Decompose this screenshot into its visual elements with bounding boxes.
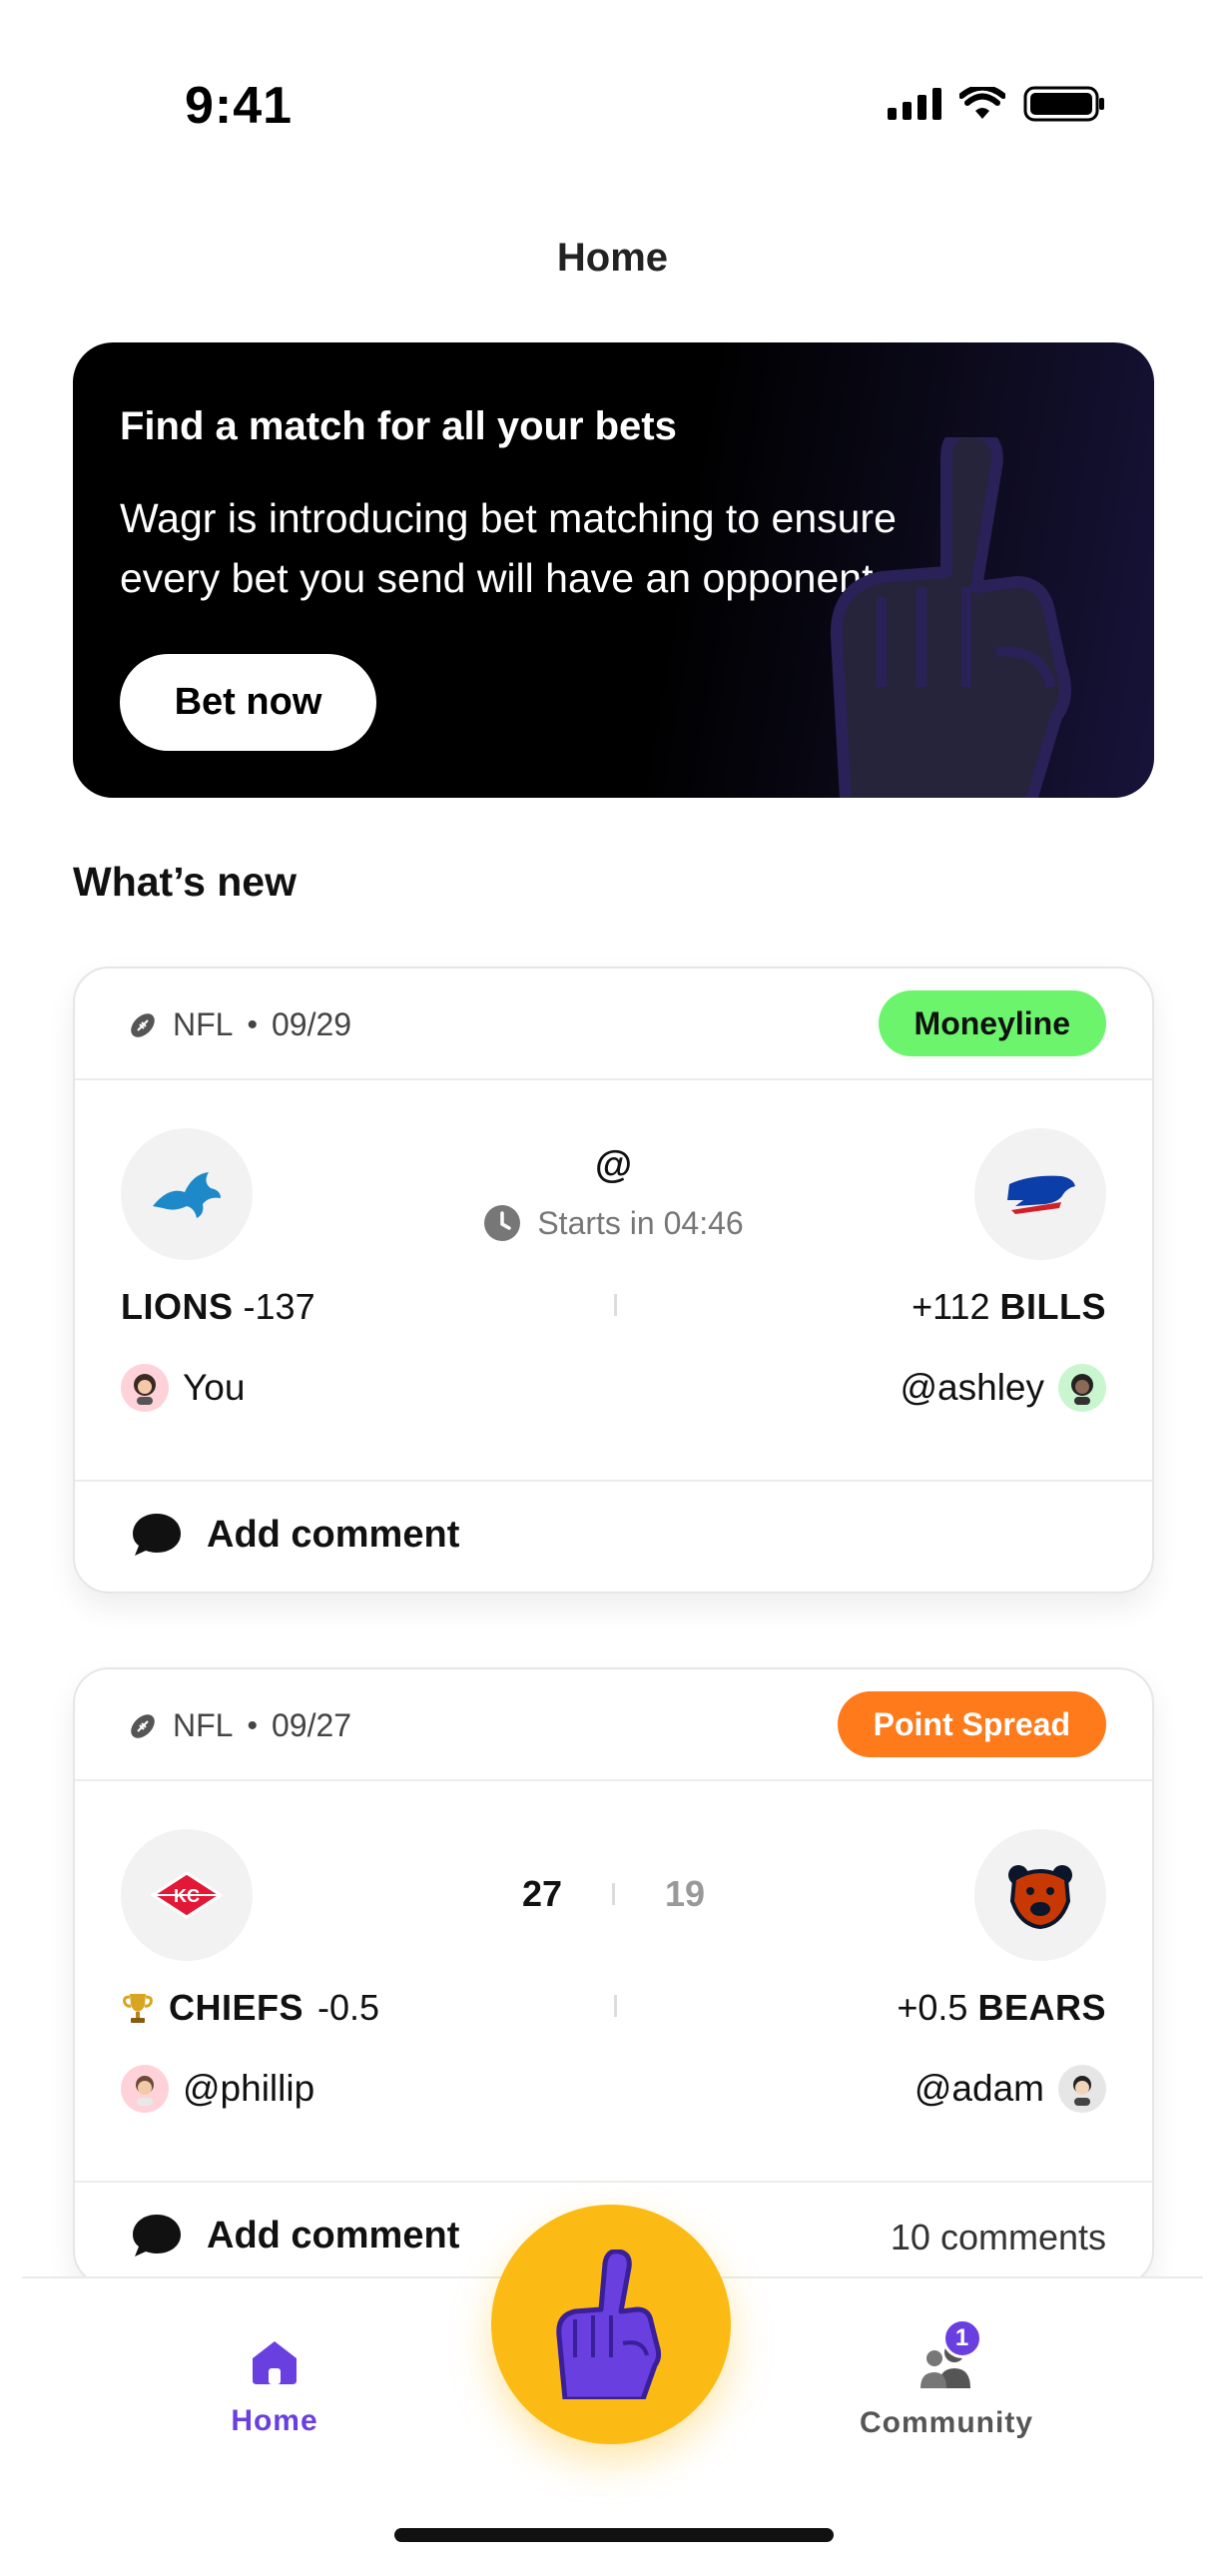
- wifi-icon: [959, 87, 1005, 119]
- home-indicator: [394, 2528, 834, 2542]
- bet-type-badge: Moneyline: [878, 990, 1106, 1056]
- right-line: +0.5 BEARS: [897, 1987, 1106, 2029]
- bettor-right[interactable]: @adam: [915, 2065, 1106, 2113]
- tab-home[interactable]: Home: [175, 2338, 374, 2438]
- community-icon-wrap: 1: [917, 2318, 982, 2396]
- promo-text: Wagr is introducing bet matching to ensu…: [120, 495, 897, 601]
- bettors: @phillip @adam: [121, 2065, 1106, 2113]
- comment-count[interactable]: 10 comments: [891, 2217, 1106, 2258]
- starts-in-text: Starts in 04:46: [537, 1204, 744, 1241]
- team-spread: -0.5: [317, 1987, 380, 2028]
- football-icon: [131, 1713, 155, 1738]
- status-time: 9:41: [185, 77, 294, 135]
- league-name: NFL: [173, 1006, 234, 1042]
- add-comment-button[interactable]: Add comment: [131, 1512, 459, 1558]
- section-title: What’s new: [73, 859, 297, 905]
- bet-card-header: NFL • 09/27 Point Spread: [75, 1669, 1152, 1781]
- foam-finger-icon: [830, 437, 1071, 798]
- battery-icon: [1023, 86, 1104, 122]
- league-info: NFL • 09/29: [127, 1006, 351, 1043]
- football-icon: [131, 1012, 155, 1037]
- home-icon: [253, 2341, 297, 2384]
- bet-card[interactable]: NFL • 09/29 Moneyline @ Starts in 04:46 …: [73, 966, 1154, 1594]
- chat-bubble-icon: [133, 2215, 181, 2256]
- bills-logo: [974, 1128, 1106, 1260]
- divider: [612, 1883, 615, 1905]
- bet-lines: CHIEFS -0.5 +0.5 BEARS: [121, 1987, 1106, 2029]
- team-name: BEARS: [977, 1987, 1106, 2028]
- status-bar: 9:41: [0, 0, 1225, 150]
- bettors: You @ashley: [121, 1364, 1106, 1412]
- bettor-name: @phillip: [183, 2068, 315, 2109]
- team-name: CHIEFS: [169, 1987, 305, 2028]
- tab-community[interactable]: 1 Community: [847, 2318, 1046, 2440]
- tab-community-label: Community: [860, 2406, 1033, 2439]
- bettor-name: @ashley: [900, 1367, 1044, 1408]
- foam-finger-icon: [556, 2250, 662, 2399]
- league-info: NFL • 09/27: [127, 1707, 351, 1744]
- bettor-left[interactable]: @phillip: [121, 2065, 314, 2113]
- left-score: 27: [521, 1873, 562, 1914]
- chat-bubble-icon: [133, 1514, 181, 1556]
- trophy-icon: [123, 1994, 153, 2023]
- team-name: BILLS: [999, 1286, 1106, 1327]
- divider: [613, 1294, 617, 1316]
- team-odds: +112: [912, 1286, 990, 1327]
- team-name: LIONS: [121, 1286, 234, 1327]
- bet-card[interactable]: NFL • 09/27 Point Spread KC 27 19 CHIEFS…: [73, 1667, 1154, 2286]
- bet-card-header: NFL • 09/29 Moneyline: [75, 968, 1152, 1080]
- page-title: Home: [556, 236, 669, 280]
- bettor-name: @adam: [914, 2068, 1044, 2109]
- clock-icon: [484, 1205, 521, 1241]
- bet-lines: LIONS -137 +112 BILLS: [121, 1286, 1106, 1328]
- divider: [613, 1995, 617, 2017]
- notification-badge: 1: [942, 2318, 982, 2358]
- bet-card-footer: Add comment: [75, 1480, 1152, 1592]
- promo-title: Find a match for all your bets: [120, 404, 677, 448]
- avatar: [121, 2065, 169, 2113]
- add-comment-button[interactable]: Add comment: [131, 2213, 459, 2258]
- bet-type-badge: Point Spread: [837, 1691, 1106, 1757]
- game-date: 09/29: [271, 1006, 352, 1042]
- add-comment-label: Add comment: [207, 2214, 460, 2256]
- league-name: NFL: [173, 1707, 234, 1743]
- bet-now-button[interactable]: Bet now: [120, 654, 376, 751]
- avatar: [1058, 2065, 1106, 2113]
- avatar: [1058, 1364, 1106, 1412]
- bettor-left[interactable]: You: [121, 1364, 245, 1412]
- promo-banner: Find a match for all your bets Wagr is i…: [73, 342, 1154, 798]
- left-line: CHIEFS -0.5: [121, 1987, 379, 2029]
- right-score: 19: [665, 1873, 706, 1914]
- bears-logo: [974, 1829, 1106, 1961]
- left-line: LIONS -137: [121, 1286, 315, 1328]
- new-bet-fab[interactable]: [491, 2205, 731, 2444]
- game-date: 09/27: [271, 1707, 352, 1743]
- avatar: [121, 1364, 169, 1412]
- add-comment-label: Add comment: [207, 1513, 460, 1556]
- tab-home-label: Home: [231, 2404, 318, 2437]
- bettor-right[interactable]: @ashley: [900, 1364, 1106, 1412]
- status-icons: [888, 86, 1105, 122]
- bettor-name: You: [183, 1367, 246, 1408]
- right-line: +112 BILLS: [912, 1286, 1106, 1328]
- team-odds: -137: [243, 1286, 315, 1327]
- cellular-signal-icon: [888, 88, 941, 120]
- team-spread: +0.5: [897, 1987, 968, 2028]
